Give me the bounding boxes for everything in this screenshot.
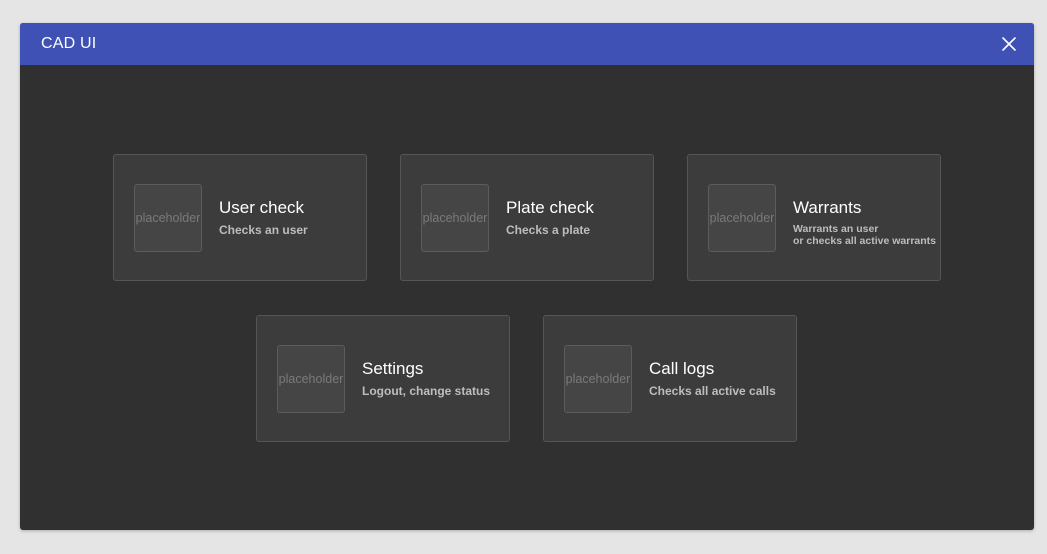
window-title: CAD UI <box>41 35 97 52</box>
thumb-placeholder-text: placeholder <box>709 211 775 225</box>
user-check-card[interactable]: placeholder User check Checks an user <box>113 154 367 281</box>
placeholder-image: placeholder <box>564 345 632 413</box>
card-title: Warrants <box>793 198 862 217</box>
card-subtitle: Checks all active calls <box>649 384 776 398</box>
placeholder-image: placeholder <box>134 184 202 252</box>
thumb-placeholder-text: placeholder <box>565 372 631 386</box>
plate-check-card[interactable]: placeholder Plate check Checks a plate <box>400 154 654 281</box>
close-icon <box>1002 37 1016 51</box>
placeholder-image: placeholder <box>708 184 776 252</box>
thumb-placeholder-text: placeholder <box>422 211 488 225</box>
card-subtitle: Warrants an user or checks all active wa… <box>793 223 936 247</box>
placeholder-image: placeholder <box>277 345 345 413</box>
settings-card[interactable]: placeholder Settings Logout, change stat… <box>256 315 510 442</box>
card-title: Plate check <box>506 198 594 217</box>
warrants-card[interactable]: placeholder Warrants Warrants an user or… <box>687 154 941 281</box>
placeholder-image: placeholder <box>421 184 489 252</box>
card-title: Settings <box>362 359 424 378</box>
card-subtitle: Checks an user <box>219 223 308 237</box>
title-bar: CAD UI <box>20 23 1034 65</box>
thumb-placeholder-text: placeholder <box>135 211 201 225</box>
close-button[interactable] <box>998 33 1020 55</box>
card-title: User check <box>219 198 305 217</box>
card-subtitle: Logout, change status <box>362 384 491 398</box>
card-subtitle: Checks a plate <box>506 223 591 237</box>
call-logs-card[interactable]: placeholder Call logs Checks all active … <box>543 315 797 442</box>
cad-window: CAD UI placeholder User check Checks an … <box>20 23 1034 530</box>
thumb-placeholder-text: placeholder <box>278 372 344 386</box>
card-title: Call logs <box>649 359 715 378</box>
content-area: placeholder User check Checks an user pl… <box>20 65 1034 530</box>
